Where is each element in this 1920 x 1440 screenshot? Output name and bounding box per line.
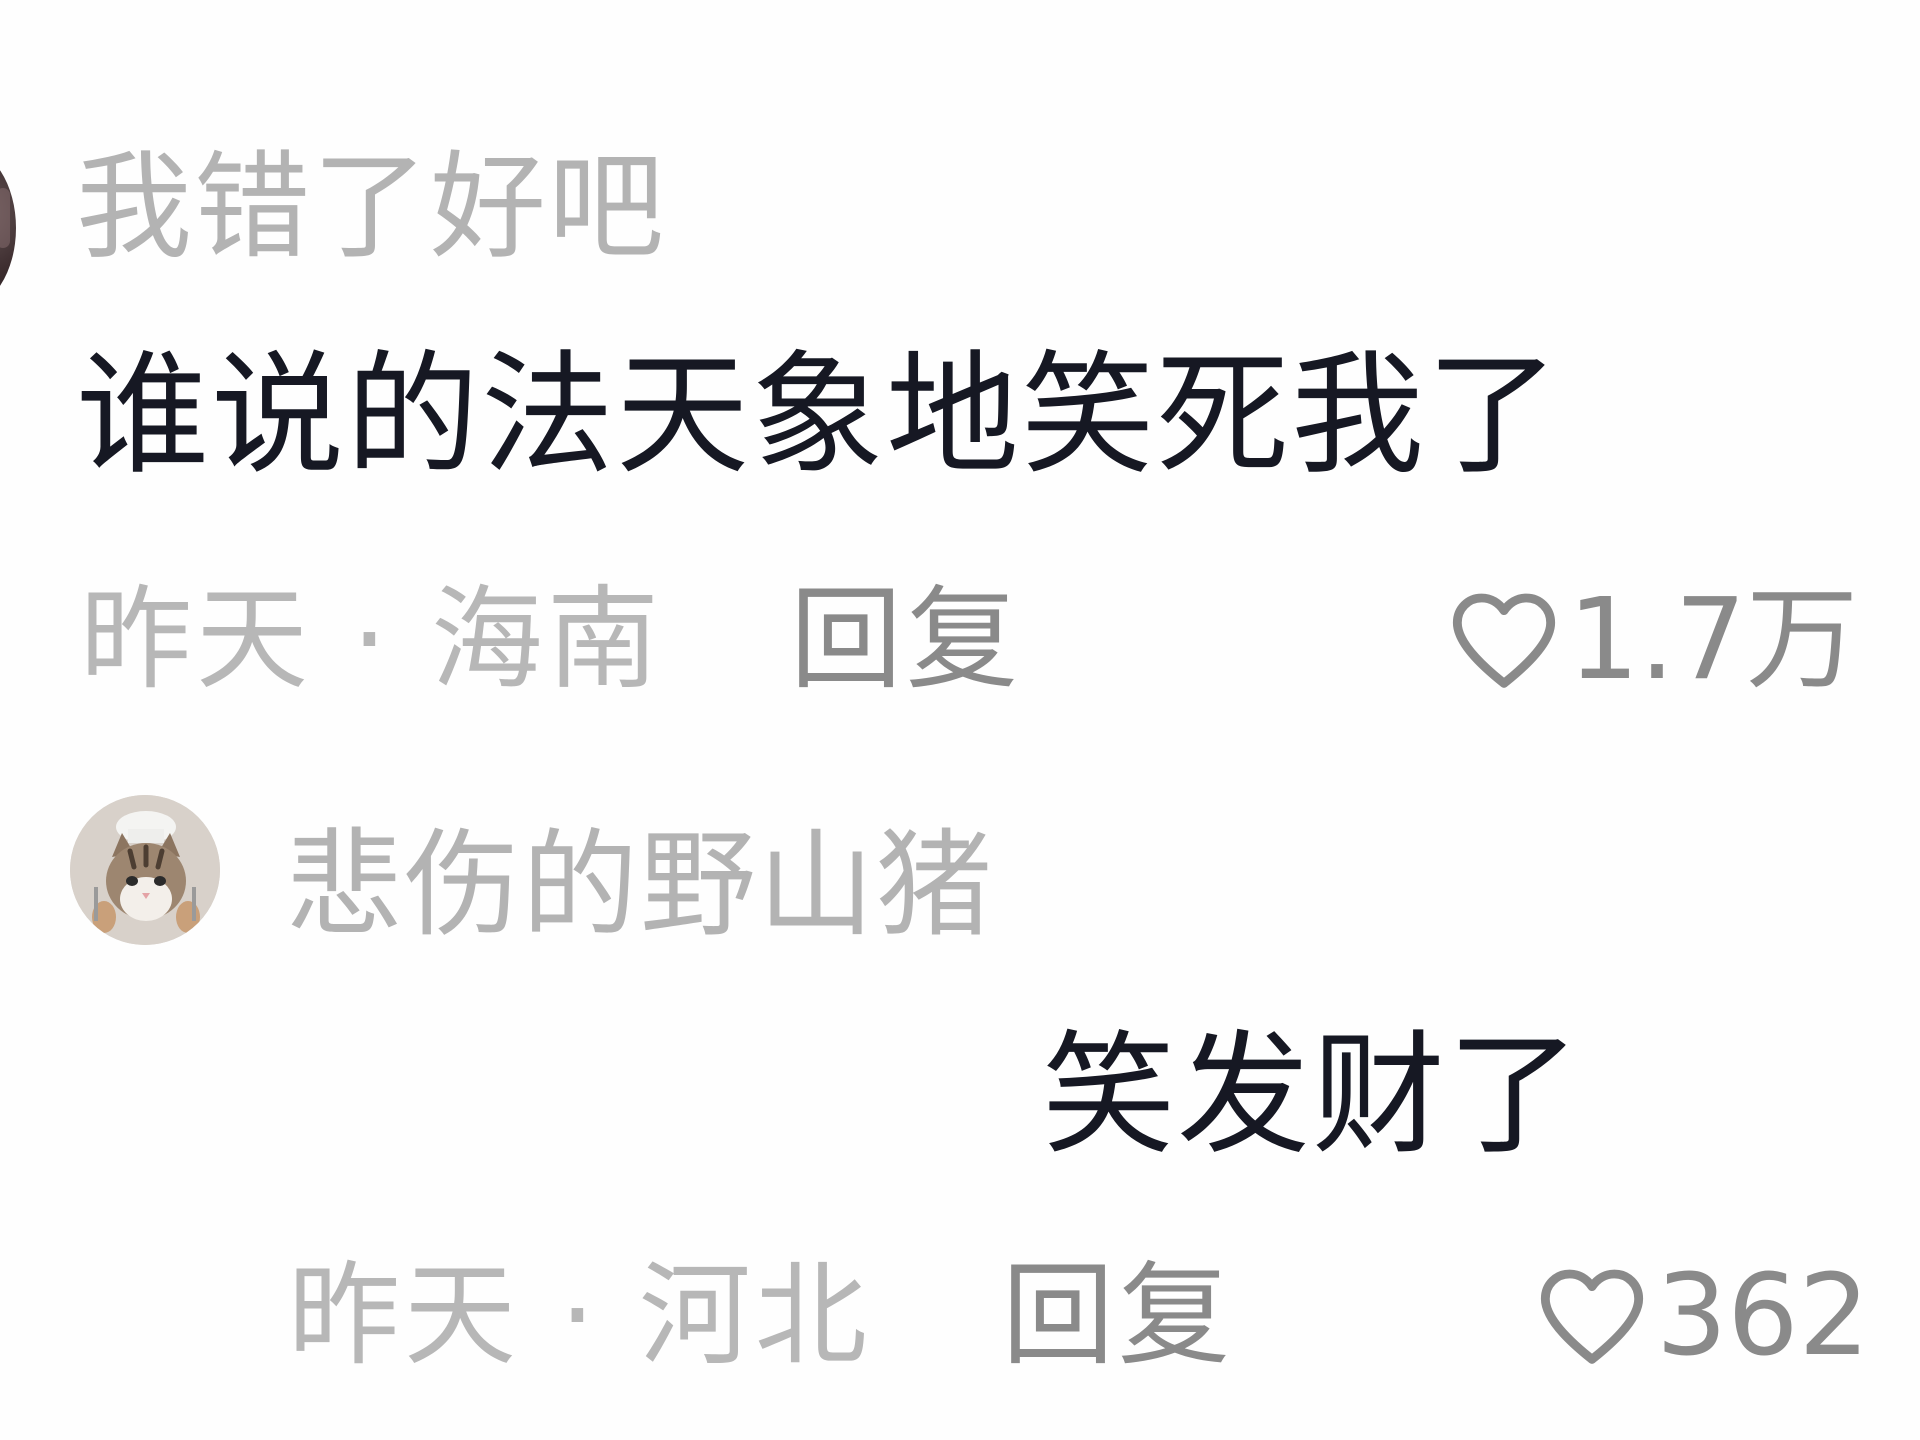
cat-chef-avatar[interactable] — [70, 795, 220, 945]
meta-separator: · — [351, 575, 392, 705]
like-button[interactable]: 1.7万 — [1448, 584, 1858, 696]
user-avatar[interactable] — [0, 148, 16, 308]
reply-button[interactable]: 回复 — [790, 584, 1022, 696]
comment-location: 河北 — [638, 1251, 871, 1381]
comment-text: 笑发财了 — [1042, 1019, 1582, 1173]
comment-meta: 昨天 · 海南 — [80, 584, 663, 696]
like-count: 362 — [1656, 1251, 1870, 1381]
comment-username[interactable]: 我错了好吧 — [76, 150, 666, 266]
reply-button[interactable]: 回复 — [1002, 1260, 1234, 1372]
like-count: 1.7万 — [1568, 575, 1859, 705]
heart-icon — [1448, 588, 1560, 692]
comment-location: 海南 — [430, 575, 663, 705]
heart-icon — [1536, 1264, 1648, 1368]
cat-illustration — [70, 795, 220, 945]
comment-time: 昨天 — [288, 1251, 520, 1381]
comment-text: 谁说的法天象地笑死我了 — [76, 339, 1561, 493]
comment-username[interactable]: 悲伤的野山猪 — [286, 828, 994, 944]
comment-meta: 昨天 · 河北 — [288, 1260, 871, 1372]
comment-list: 我错了好吧 谁说的法天象地笑死我了 昨天 · 海南 回复 1.7万 悲伤的野山猪… — [0, 0, 1920, 1440]
comment-time: 昨天 — [80, 575, 312, 705]
like-button[interactable]: 362 — [1536, 1260, 1870, 1372]
meta-separator: · — [559, 1251, 600, 1381]
